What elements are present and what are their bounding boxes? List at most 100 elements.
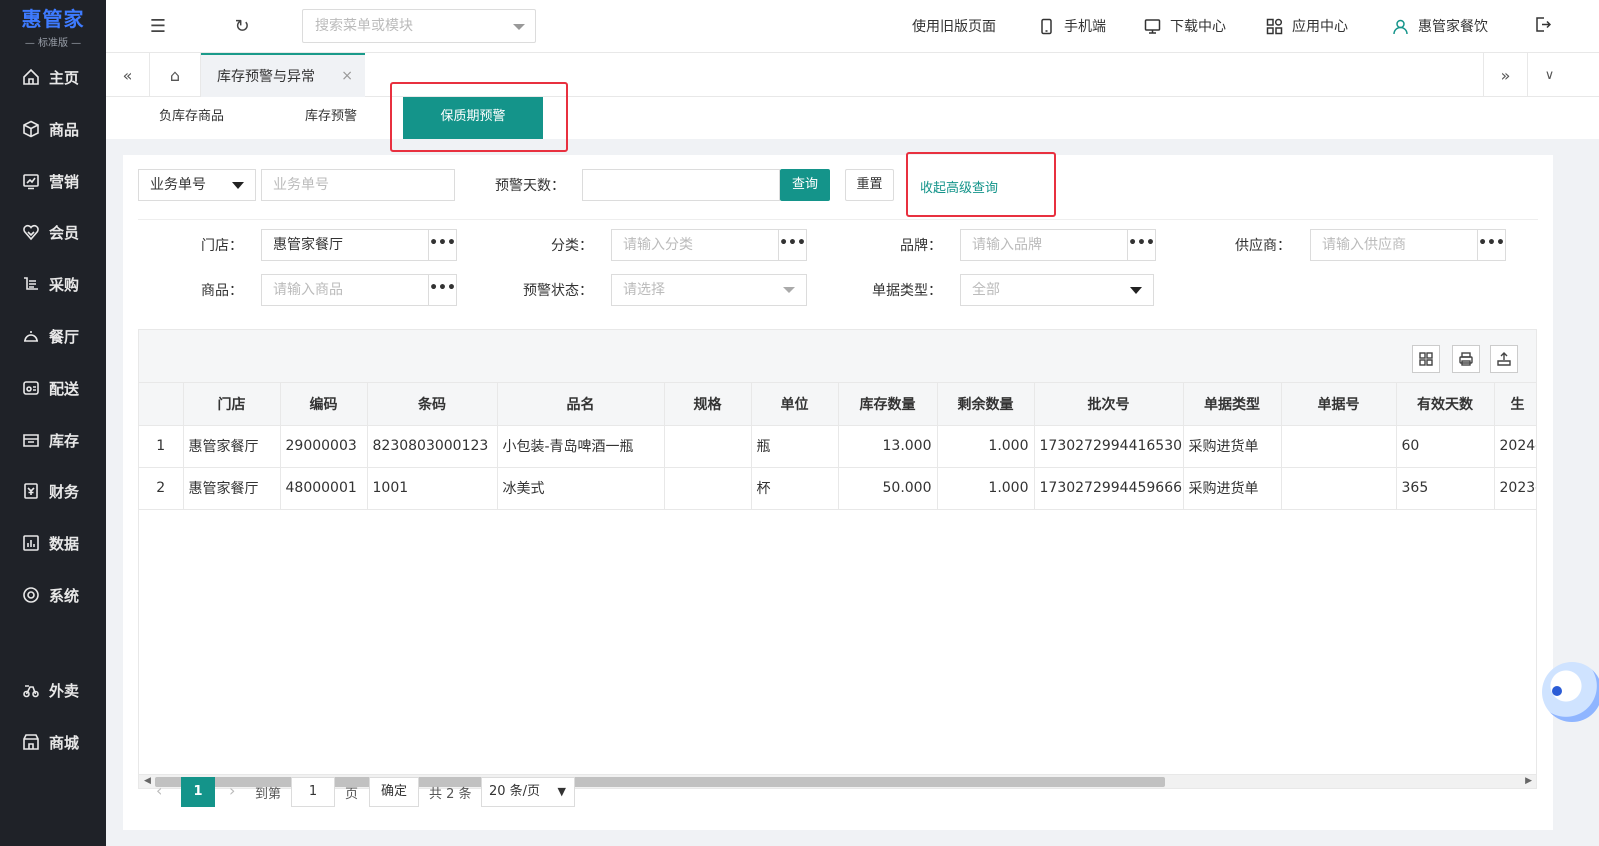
table-toolbar	[139, 330, 1536, 383]
home-tab-icon[interactable]: ⌂	[150, 53, 201, 97]
column-header[interactable]: 库存数量	[838, 383, 938, 426]
brand-name: 惠管家	[21, 7, 85, 31]
scroll-right-arrow-icon[interactable]: ▶	[1525, 776, 1532, 786]
print-button[interactable]	[1452, 345, 1480, 373]
reset-button[interactable]: 重置	[845, 169, 894, 201]
column-header[interactable]: 剩余数量	[937, 383, 1035, 426]
sidebar-item-system[interactable]: 系统	[0, 575, 106, 615]
assistant-float-button[interactable]	[1542, 662, 1599, 722]
user-icon	[1393, 19, 1408, 34]
sidebar-item-data[interactable]: 数据	[0, 523, 106, 563]
old-version-label: 使用旧版页面	[912, 19, 996, 35]
query-button[interactable]: 查询	[780, 169, 830, 201]
purchase-icon	[24, 277, 38, 290]
sidebar-item-store[interactable]: 商城	[0, 722, 106, 762]
table-row[interactable]: 2 惠管家餐厅 48000001 1001 冰美式 杯 50.000 1.000…	[139, 467, 1536, 510]
column-header[interactable]: 生	[1494, 383, 1536, 426]
scroll-right-icon[interactable]: »	[1483, 53, 1527, 97]
goto-page-input[interactable]: 1	[291, 777, 335, 807]
sidebar-item-inventory[interactable]: 库存	[0, 420, 106, 460]
status-select[interactable]: 请选择	[611, 274, 807, 306]
table-cell	[1281, 467, 1397, 510]
sidebar-item-marketing[interactable]: 营销	[0, 161, 106, 201]
export-icon	[1497, 352, 1511, 366]
more-icon[interactable]: •••	[428, 230, 456, 260]
page-button-current[interactable]: 1	[181, 777, 215, 807]
bill-type-select[interactable]: 全部	[960, 274, 1154, 306]
download-center-link[interactable]: 下载中心	[1144, 16, 1226, 36]
supplier-input[interactable]: 请输入供应商 •••	[1310, 229, 1506, 261]
mobile-link[interactable]: 手机端	[1038, 16, 1106, 36]
app-center-link[interactable]: 应用中心	[1266, 16, 1348, 36]
store-input[interactable]: 惠管家餐厅 •••	[261, 229, 457, 261]
column-header[interactable]: 单据类型	[1183, 383, 1282, 426]
chevron-down-icon[interactable]: ∨	[1527, 53, 1571, 97]
export-button[interactable]	[1490, 345, 1518, 373]
logout-icon	[1536, 17, 1551, 32]
supplier-label: 供应商：	[1235, 238, 1291, 254]
column-header	[139, 383, 184, 426]
data-table-area: 门店 编码 条码 品名 规格 单位 库存数量 剩余数量 批次号 单据类型 单据号…	[138, 329, 1537, 789]
sidebar-item-takeaway[interactable]: 外卖	[0, 670, 106, 710]
sidebar-item-label: 财务	[49, 482, 80, 501]
column-header[interactable]: 条码	[367, 383, 498, 426]
column-header[interactable]: 门店	[183, 383, 281, 426]
menu-toggle-icon[interactable]: ☰	[146, 14, 170, 38]
more-icon[interactable]: •••	[428, 275, 456, 305]
tab-stock-warning[interactable]: 库存预警	[305, 97, 357, 139]
brand-input[interactable]: 请输入品牌 •••	[960, 229, 1156, 261]
table-cell: 1001	[367, 467, 498, 510]
category-input[interactable]: 请输入分类 •••	[611, 229, 807, 261]
table-cell: 365	[1396, 467, 1495, 510]
sidebar-item-label: 主页	[49, 68, 80, 87]
refresh-icon[interactable]: ↻	[230, 14, 254, 38]
close-icon[interactable]: ×	[341, 68, 353, 84]
column-header[interactable]: 批次号	[1034, 383, 1184, 426]
sidebar-item-purchase[interactable]: 采购	[0, 264, 106, 304]
chevron-down-icon	[1130, 287, 1142, 294]
sidebar-item-label: 数据	[49, 534, 80, 553]
column-header[interactable]: 单据号	[1281, 383, 1397, 426]
menu-search-input[interactable]: 搜索菜单或模块	[302, 9, 536, 43]
doc-type-select[interactable]: 业务单号	[138, 169, 256, 201]
sidebar-item-member[interactable]: 会员	[0, 212, 106, 252]
table-cell: 1.000	[937, 425, 1035, 468]
column-header[interactable]: 品名	[497, 383, 665, 426]
table-cell: 惠管家餐厅	[183, 467, 281, 510]
doc-no-input[interactable]: 业务单号	[261, 169, 455, 201]
sidebar-item-home[interactable]: 主页	[0, 57, 106, 97]
page-size-value: 20 条/页	[489, 784, 541, 799]
page-size-select[interactable]: 20 条/页 ▼	[481, 777, 575, 807]
sidebar-item-delivery[interactable]: 配送	[0, 368, 106, 408]
tab-inventory-warning[interactable]: 库存预警与异常 ×	[201, 53, 365, 97]
sidebar-item-finance[interactable]: 财务	[0, 471, 106, 511]
sidebar-item-goods[interactable]: 商品	[0, 109, 106, 149]
column-settings-button[interactable]	[1412, 345, 1440, 373]
more-icon[interactable]: •••	[1127, 230, 1155, 260]
sidebar: 惠管家 — 标准版 — 主页 商品 营销 会员 采购 餐厅 配送 库存 财务 数…	[0, 0, 106, 846]
column-header[interactable]: 单位	[751, 383, 839, 426]
column-header[interactable]: 规格	[664, 383, 752, 426]
user-menu[interactable]: 惠管家餐饮	[1392, 16, 1488, 36]
goods-input[interactable]: 请输入商品 •••	[261, 274, 457, 306]
next-page-icon[interactable]: ›	[229, 781, 235, 800]
prev-page-icon[interactable]: ‹	[156, 781, 162, 800]
table-cell: 29000003	[280, 425, 368, 468]
warn-days-input[interactable]	[582, 169, 780, 201]
column-header[interactable]: 编码	[280, 383, 368, 426]
logout-button[interactable]	[1534, 16, 1560, 33]
column-header[interactable]: 有效天数	[1396, 383, 1495, 426]
collapse-left-icon[interactable]: «	[106, 53, 150, 97]
data-table: 门店 编码 条码 品名 规格 单位 库存数量 剩余数量 批次号 单据类型 单据号…	[139, 383, 1536, 510]
table-row[interactable]: 1 惠管家餐厅 29000003 8230803000123 小包装-青岛啤酒一…	[139, 425, 1536, 468]
sidebar-item-restaurant[interactable]: 餐厅	[0, 316, 106, 356]
sidebar-item-label: 会员	[49, 223, 80, 242]
confirm-page-button[interactable]: 确定	[369, 777, 419, 807]
table-cell: 2024-	[1494, 425, 1536, 468]
tab-negative-stock[interactable]: 负库存商品	[159, 97, 224, 139]
table-cell: 1.000	[937, 467, 1035, 510]
scroll-left-arrow-icon[interactable]: ◀	[144, 776, 151, 786]
more-icon[interactable]: •••	[1477, 230, 1505, 260]
old-version-link[interactable]: 使用旧版页面	[912, 16, 996, 36]
more-icon[interactable]: •••	[778, 230, 806, 260]
